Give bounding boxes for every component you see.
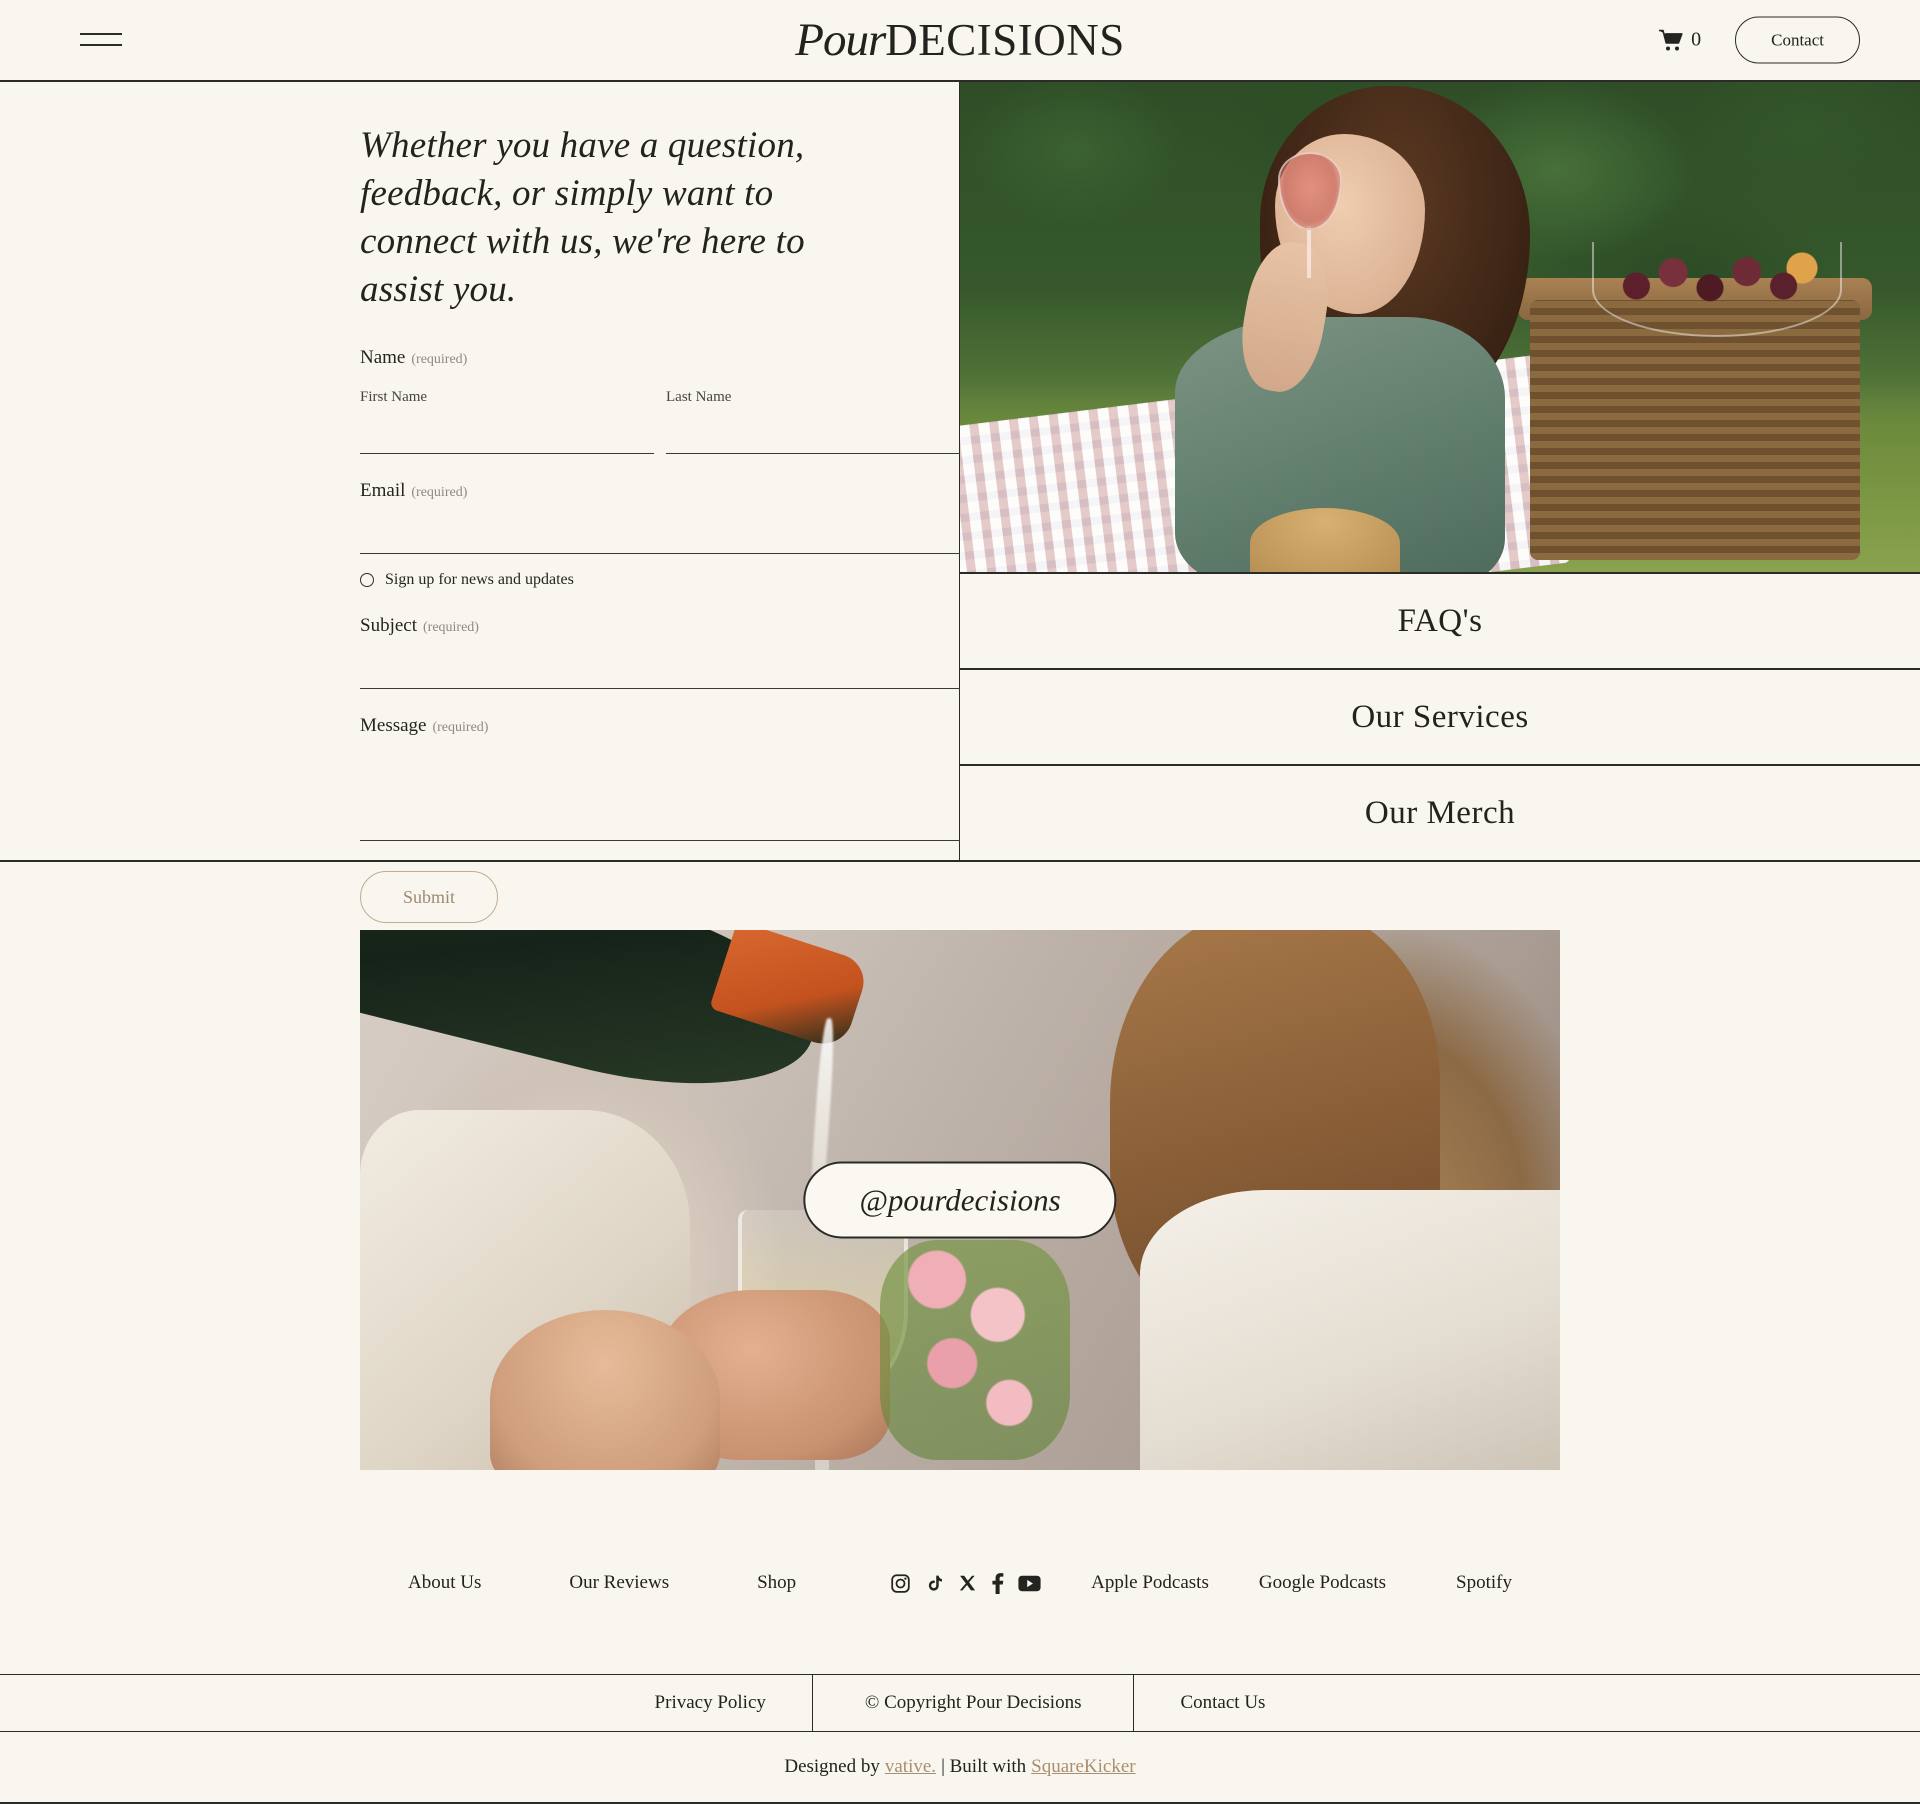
email-label: Email [360,480,406,502]
quick-link-faqs[interactable]: FAQ's [960,572,1920,668]
privacy-policy-link[interactable]: Privacy Policy [609,1675,812,1731]
instagram-handle-badge[interactable]: @pourdecisions [803,1161,1117,1239]
newsletter-checkbox[interactable] [360,573,374,588]
tiktok-icon[interactable] [925,1573,944,1594]
footer-link-about-us[interactable]: About Us [408,1572,481,1594]
wicker-basket [1530,300,1860,560]
social-icon-row [890,1572,1041,1594]
newsletter-label: Sign up for news and updates [385,571,574,589]
subject-field-group: Subject (required) [360,615,960,690]
footer-link-spotify[interactable]: Spotify [1456,1572,1512,1594]
last-name-col: Last Name [666,389,960,455]
cart-button[interactable]: 0 [1658,29,1701,52]
message-required-note: (required) [432,720,489,736]
credit-separator: | Built with [941,1756,1027,1777]
footer-navigation: About Us Our Reviews Shop Apple Podcasts… [0,1572,1920,1594]
site-header: Pour DECISIONS 0 Contact [0,0,1920,82]
site-logo[interactable]: Pour DECISIONS [795,13,1125,67]
first-name-input[interactable] [360,414,654,455]
social-feature-image: @pourdecisions [360,930,1560,1470]
hamburger-menu-icon[interactable] [80,33,122,47]
shopping-cart-icon [1659,29,1683,50]
last-name-sub-label: Last Name [666,389,732,406]
legal-bar: Privacy Policy © Copyright Pour Decision… [0,1674,1920,1732]
builder-link[interactable]: SquareKicker [1031,1756,1135,1778]
footer-link-google-podcasts[interactable]: Google Podcasts [1259,1572,1386,1594]
name-required-note: (required) [411,352,468,368]
message-label: Message [360,715,427,737]
cherries [1595,232,1825,322]
designer-link[interactable]: vative. [885,1756,936,1778]
footer-link-our-reviews[interactable]: Our Reviews [569,1572,669,1594]
hamburger-bar-2 [80,44,122,46]
cart-count: 0 [1691,28,1702,51]
contact-headline: Whether you have a question, feedback, o… [360,125,805,311]
first-name-sub-label: First Name [360,389,428,406]
message-textarea[interactable] [360,749,960,842]
contact-form: Whether you have a question, feedback, o… [360,122,960,924]
name-label: Name [360,347,406,369]
email-required-note: (required) [411,485,468,501]
logo-script-word: Pour [795,14,886,66]
pink-snapdragon-flowers [880,1240,1070,1460]
hamburger-bar-1 [80,33,122,35]
name-field-group: Name (required) First Name Last Name [360,347,960,455]
quick-link-our-merch[interactable]: Our Merch [960,764,1920,860]
header-actions: 0 Contact [1658,16,1860,64]
newsletter-checkbox-row[interactable]: Sign up for news and updates [360,571,960,589]
email-field-group: Email (required) [360,480,960,555]
credit-prefix: Designed by [784,1756,880,1777]
child-head [1250,508,1400,572]
contact-us-link[interactable]: Contact Us [1134,1675,1311,1731]
subject-required-note: (required) [423,620,479,636]
message-field-group: Message (required) [360,715,960,846]
copyright-notice: © Copyright Pour Decisions [811,1675,1135,1731]
footer-link-apple-podcasts[interactable]: Apple Podcasts [1091,1572,1209,1594]
first-name-col: First Name [360,389,654,455]
page-root: Pour DECISIONS 0 Contact Whether you hav… [0,0,1920,1804]
footer-link-shop[interactable]: Shop [757,1572,796,1594]
instagram-icon[interactable] [890,1573,911,1594]
subject-label: Subject [360,615,417,637]
wine-glass-stem [1307,226,1311,278]
x-twitter-icon[interactable] [958,1574,977,1593]
youtube-icon[interactable] [1018,1575,1041,1592]
quick-link-our-services[interactable]: Our Services [960,668,1920,764]
right-woman-shirt [1140,1190,1560,1470]
subject-input[interactable] [360,649,960,690]
contact-section: Whether you have a question, feedback, o… [0,82,1920,924]
facebook-icon[interactable] [991,1572,1004,1594]
credit-bar: Designed by vative. | Built with SquareK… [0,1732,1920,1804]
name-row: First Name Last Name [360,389,960,455]
contact-form-column: Whether you have a question, feedback, o… [0,82,960,924]
submit-button[interactable]: Submit [360,871,499,924]
picnic-hero-image [960,82,1920,572]
email-input[interactable] [360,514,960,555]
header-contact-button[interactable]: Contact [1735,16,1860,64]
logo-serif-word: DECISIONS [885,15,1125,65]
last-name-input[interactable] [666,414,960,455]
contact-right-column: FAQ's Our Services Our Merch [960,82,1920,860]
